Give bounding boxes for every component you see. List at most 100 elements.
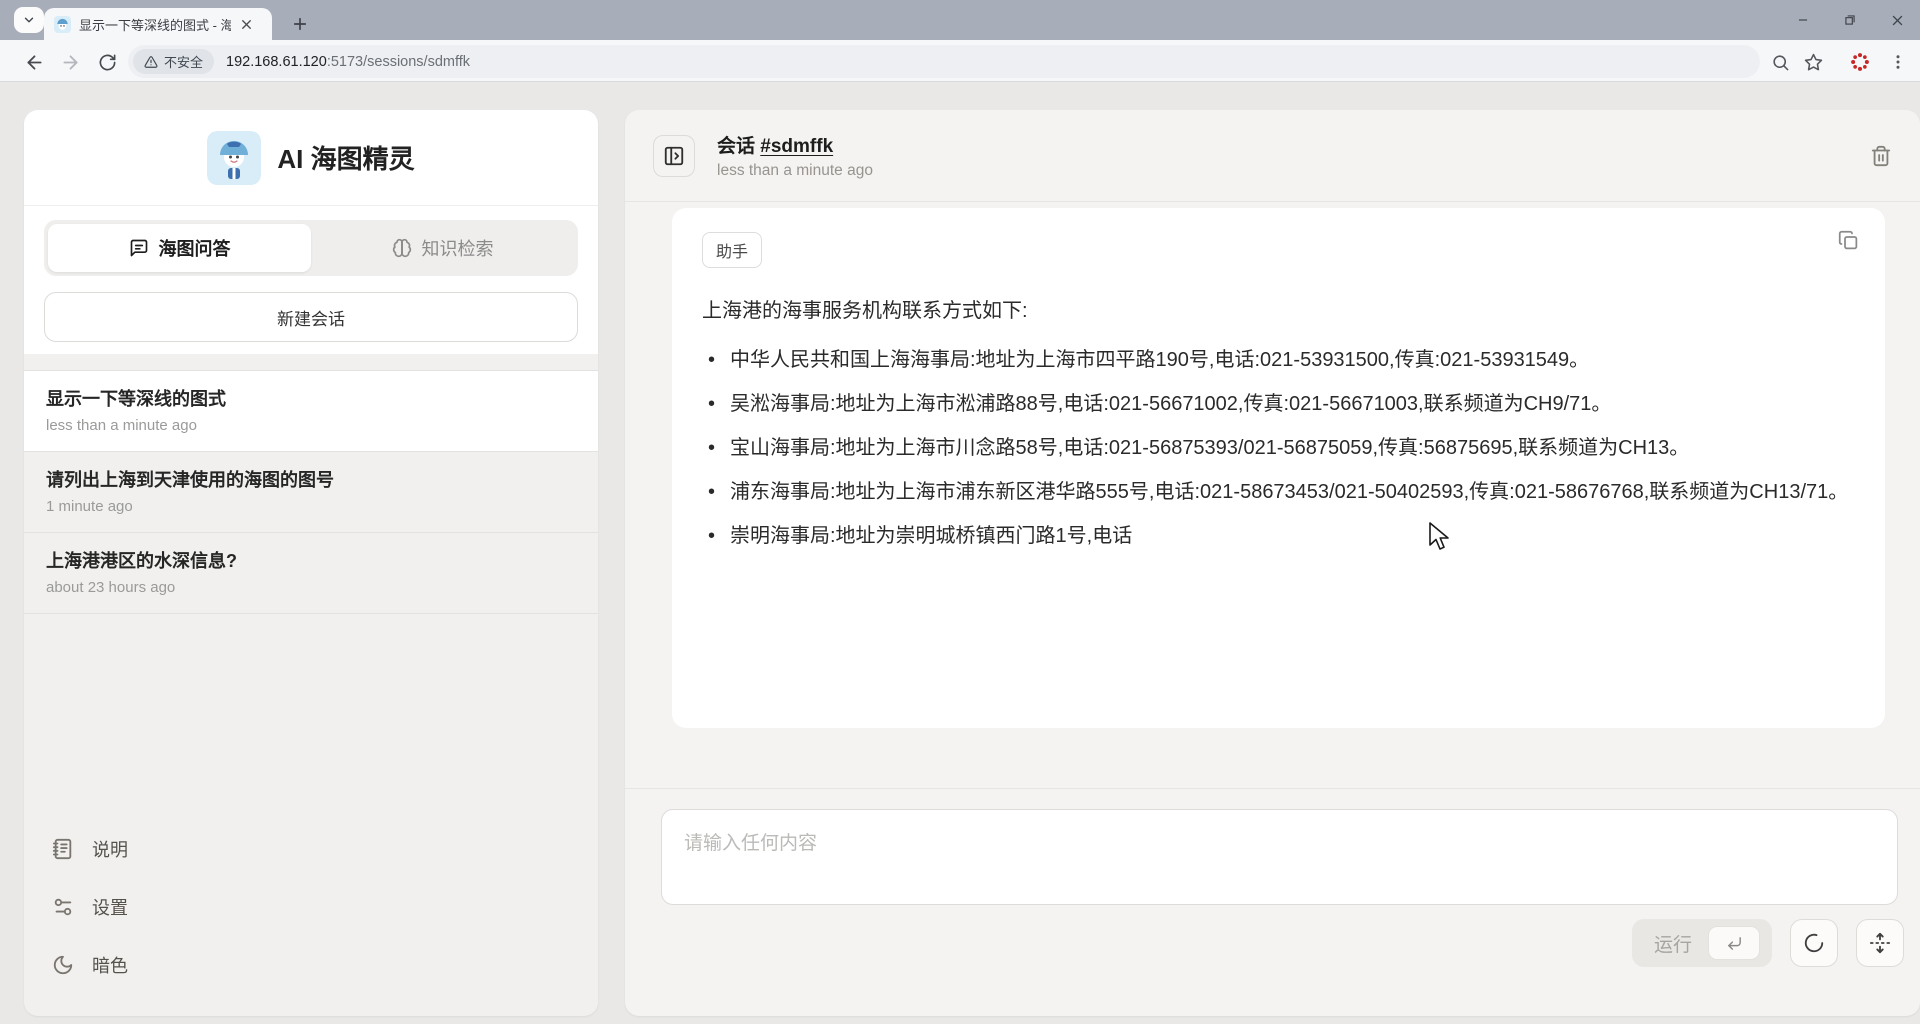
sidebar-top-section: 海图问答 知识检索 新建会话: [24, 206, 598, 354]
window-restore-button[interactable]: [1827, 0, 1873, 40]
sidebar-header: AI 海图精灵: [24, 110, 598, 206]
security-label: 不安全: [164, 52, 203, 71]
tab-search-button[interactable]: [14, 7, 44, 33]
minimize-icon: [1796, 13, 1810, 27]
session-title: 请列出上海到天津使用的海图的图号: [46, 467, 576, 493]
chevron-down-icon: [22, 13, 36, 27]
unfold-vertical-icon: [1869, 932, 1891, 954]
footer-item-label: 设置: [92, 894, 128, 920]
chat-bubble-icon: [129, 238, 149, 258]
return-key-icon: [1726, 935, 1743, 952]
session-list: 显示一下等深线的图式 less than a minute ago 请列出上海到…: [24, 354, 598, 614]
main-panel: 会话 #sdmffk less than a minute ago 助手 上海港…: [625, 110, 1920, 1016]
composer-buttons: 运行: [1632, 919, 1904, 967]
tab-knowledge-search[interactable]: 知识检索: [311, 224, 574, 272]
app-logo: [207, 131, 261, 185]
message-intro: 上海港的海事服务机构联系方式如下:: [702, 294, 1855, 328]
tab-title: 显示一下等深线的图式 - 海图问答: [79, 15, 231, 34]
regenerate-button[interactable]: [1790, 919, 1838, 967]
forward-button[interactable]: [58, 50, 82, 74]
reload-icon: [98, 53, 117, 72]
assistant-message: 助手 上海港的海事服务机构联系方式如下: 中华人民共和国上海海事局:地址为上海市…: [672, 208, 1885, 728]
session-header: 会话 #sdmffk less than a minute ago: [625, 110, 1920, 202]
footer-item-dark-mode[interactable]: 暗色: [52, 952, 570, 978]
session-header-time: less than a minute ago: [717, 162, 873, 180]
arrow-right-icon: [60, 52, 81, 73]
footer-item-label: 暗色: [92, 952, 128, 978]
bullet-item: 崇明海事局:地址为崇明城桥镇西门路1号,电话: [702, 518, 1855, 554]
zoom-button[interactable]: [1768, 50, 1792, 74]
session-item[interactable]: 上海港港区的水深信息? about 23 hours ago: [24, 532, 598, 614]
browser-menu-button[interactable]: [1886, 50, 1910, 74]
extension-button[interactable]: [1848, 50, 1872, 74]
loader-circle-icon: [1803, 932, 1825, 954]
session-time: about 23 hours ago: [46, 579, 576, 596]
session-title: 上海港港区的水深信息?: [46, 548, 576, 574]
window-close-button[interactable]: [1874, 0, 1920, 40]
sidebar-toggle-button[interactable]: [653, 135, 695, 177]
session-time: less than a minute ago: [46, 417, 576, 434]
brain-icon: [392, 238, 412, 258]
chat-input[interactable]: [661, 809, 1898, 905]
tab-chart-qa[interactable]: 海图问答: [48, 224, 311, 272]
url-host: 192.168.61.120: [226, 54, 327, 70]
message-bullet-list: 中华人民共和国上海海事局:地址为上海市四平路190号,电话:021-539315…: [702, 342, 1855, 554]
new-tab-button[interactable]: [286, 10, 314, 38]
bullet-item: 中华人民共和国上海海事局:地址为上海市四平路190号,电话:021-539315…: [702, 342, 1855, 378]
tab-chart-qa-label: 海图问答: [159, 235, 231, 261]
reload-button[interactable]: [95, 50, 119, 74]
session-item-current[interactable]: 显示一下等深线的图式 less than a minute ago: [24, 370, 598, 451]
browser-window: 显示一下等深线的图式 - 海图问答: [0, 0, 1920, 1024]
warning-triangle-icon: [144, 55, 158, 69]
run-button[interactable]: 运行: [1632, 919, 1772, 967]
security-chip[interactable]: 不安全: [133, 49, 214, 74]
plus-icon: [291, 15, 309, 33]
footer-item-help[interactable]: 说明: [52, 836, 570, 862]
new-session-label: 新建会话: [277, 305, 345, 330]
composer: 运行: [625, 788, 1920, 1016]
panel-toggle-icon: [663, 145, 685, 167]
moon-icon: [52, 954, 74, 976]
restore-icon: [1843, 13, 1857, 27]
bullet-item: 浦东海事局:地址为上海市浦东新区港华路555号,电话:021-58673453/…: [702, 474, 1855, 510]
auto-scroll-button[interactable]: [1856, 919, 1904, 967]
back-button[interactable]: [22, 50, 46, 74]
copy-message-button[interactable]: [1838, 230, 1859, 251]
url-text: 192.168.61.120:5173/sessions/sdmffk: [226, 54, 470, 70]
app-page: AI 海图精灵 海图问答 知识检索: [0, 82, 1920, 1024]
session-title-prefix: 会话: [717, 136, 760, 157]
sidebar-tab-bar: 海图问答 知识检索: [44, 220, 578, 276]
notebook-icon: [52, 838, 74, 860]
trash-icon: [1870, 145, 1892, 167]
session-id-link[interactable]: #sdmffk: [760, 136, 833, 157]
star-icon: [1804, 53, 1823, 72]
footer-item-settings[interactable]: 设置: [52, 894, 570, 920]
sidebar-footer: 说明 设置 暗色: [24, 804, 598, 1016]
tab-close-icon[interactable]: [239, 17, 254, 32]
settings-icon: [52, 896, 74, 918]
tab-knowledge-search-label: 知识检索: [422, 235, 494, 261]
browser-tab[interactable]: 显示一下等深线的图式 - 海图问答: [44, 8, 272, 40]
search-icon: [1771, 53, 1790, 72]
session-header-title: 会话 #sdmffk: [717, 131, 873, 158]
session-title: 显示一下等深线的图式: [46, 386, 576, 412]
favicon-mascot-icon: [54, 16, 71, 33]
app-title: AI 海图精灵: [277, 139, 414, 176]
bookmark-button[interactable]: [1801, 50, 1825, 74]
tab-strip: 显示一下等深线的图式 - 海图问答: [0, 0, 1920, 40]
session-item[interactable]: 请列出上海到天津使用的海图的图号 1 minute ago: [24, 451, 598, 532]
close-icon: [1890, 13, 1905, 28]
url-path: :5173/sessions/sdmffk: [327, 54, 470, 70]
role-badge: 助手: [702, 232, 762, 268]
address-bar[interactable]: 不安全 192.168.61.120:5173/sessions/sdmffk: [128, 45, 1760, 78]
session-header-titles: 会话 #sdmffk less than a minute ago: [717, 131, 873, 180]
new-session-button[interactable]: 新建会话: [44, 292, 578, 342]
sidebar: AI 海图精灵 海图问答 知识检索: [24, 110, 598, 1016]
delete-session-button[interactable]: [1870, 145, 1892, 167]
enter-key-badge: [1708, 926, 1760, 960]
window-minimize-button[interactable]: [1780, 0, 1826, 40]
kebab-menu-icon: [1889, 53, 1907, 71]
bullet-item: 宝山海事局:地址为上海市川念路58号,电话:021-56875393/021-5…: [702, 430, 1855, 466]
run-label: 运行: [1654, 930, 1692, 957]
extension-icon: [1849, 51, 1871, 73]
